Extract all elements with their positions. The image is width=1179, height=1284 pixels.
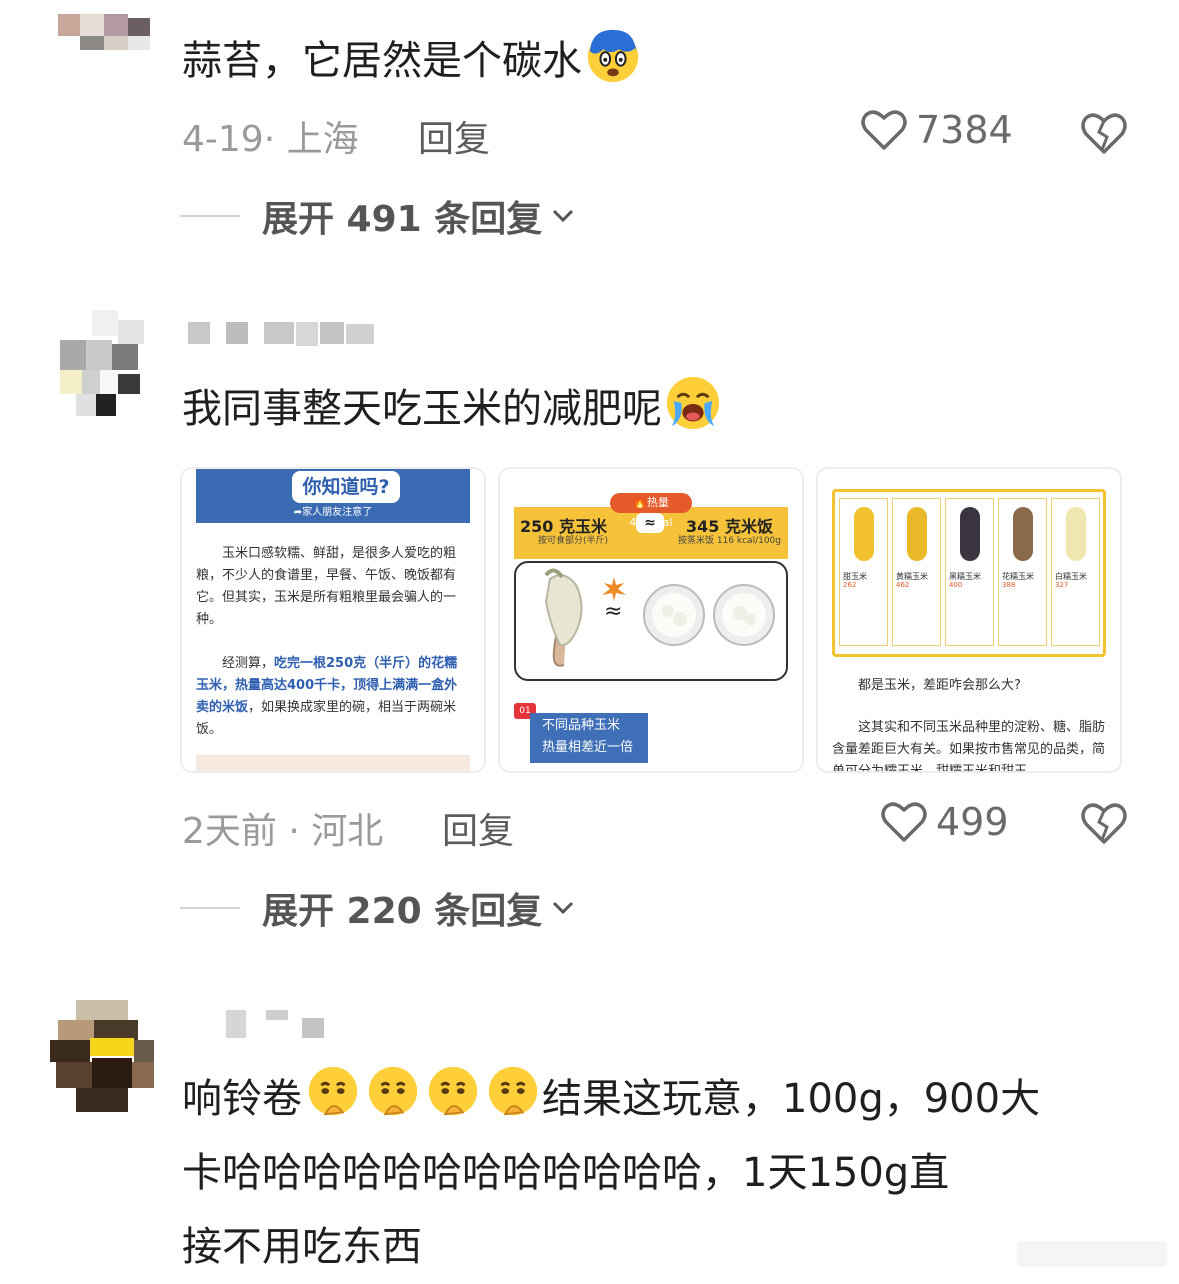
avatar[interactable] [52,310,156,418]
section-caption: 不同品种玉米 热量相差近一倍 [530,713,648,763]
expand-replies-button[interactable]: 展开 491 条回复 [180,190,574,242]
scared-emoji-icon [587,29,639,83]
divider-line [180,215,240,217]
like-button[interactable]: 499 [880,800,1009,844]
thinking-emoji-icon [368,1066,418,1116]
corn-icon [1066,507,1086,561]
comment-meta: 4-19· 上海 [182,119,359,160]
variety-column: 甜玉米 262 [839,498,888,646]
info-header: 你知道吗? ➦家人朋友注意了 [196,469,470,523]
burst-icon [602,577,626,601]
card-bottom-fade [196,755,470,771]
reply-button[interactable]: 回复 [442,802,514,854]
comment-text: 响铃卷 结果这玩意，100g，900大 卡哈哈哈哈哈哈哈哈哈哈哈哈，1天150g直… [182,1062,1142,1284]
fire-icon: 🔥 [633,496,647,509]
thinking-emoji-icon [308,1066,358,1116]
comparison-photo: ≈ [514,561,788,681]
chevron-down-icon [553,901,574,915]
corn-varieties-table: 甜玉米 262 黄糯玉米 462 黑糯玉米 400 花糯玉米 388 白糯玉米 [832,489,1106,657]
corn-note: 按可食部分(半斤) [538,536,609,546]
variety-column: 白糯玉米 327 [1051,498,1100,646]
comment-image-2[interactable]: 🔥热量 400kcal 250 克玉米 按可食部分(半斤) ≈ 345 克米饭 … [498,467,804,773]
rice-bowl-icon [643,584,705,646]
reply-button[interactable]: 回复 [418,110,490,162]
calorie-pill: 🔥热量 400kcal [610,493,692,529]
divider-line [180,907,240,909]
info-paragraph-2: 经测算，吃完一根250克（半斤）的花糯玉米，热量高达400千卡，顶得上满满一盒外… [196,656,458,737]
avatar[interactable] [50,1000,154,1112]
comment-text: 蒜苔，它居然是个碳水 [182,24,642,98]
comment-image-3[interactable]: 甜玉米 262 黄糯玉米 462 黑糯玉米 400 花糯玉米 388 白糯玉米 [816,467,1122,773]
variety-column: 黄糯玉米 462 [892,498,941,646]
corn-icon [1013,507,1033,561]
rice-note: 按蒸米饭 116 kcal/100g [678,536,781,546]
corn-icon [544,568,583,667]
heart-icon [881,802,927,842]
corn-icon [907,507,927,561]
watermark [1017,1241,1167,1267]
variety-column: 黑糯玉米 400 [945,498,994,646]
like-count: 499 [936,800,1009,844]
like-count: 7384 [916,108,1013,152]
expand-replies-button[interactable]: 展开 220 条回复 [180,882,574,934]
comment-meta: 2天前 · 河北 [182,811,384,852]
broken-heart-icon[interactable] [1080,110,1128,156]
like-button[interactable]: 7384 [860,108,1013,152]
variety-column: 花糯玉米 388 [998,498,1047,646]
username[interactable] [186,320,380,350]
thinking-emoji-icon [488,1066,538,1116]
heart-icon [861,110,907,150]
chevron-down-icon [553,209,574,223]
username[interactable] [226,1006,336,1038]
variety-question: 都是玉米，差距咋会那么大? [858,678,1021,693]
comment-text: 我同事整天吃玉米的减肥呢 [182,372,722,446]
rice-bowl-icon [713,584,775,646]
variety-paragraph: 这其实和不同玉米品种里的淀粉、糖、脂肪含量差距巨大有关。如果按市售常见的品类，简… [832,720,1106,773]
approx-sign: ≈ [636,513,664,533]
info-subtitle: ➦家人朋友注意了 [293,507,373,518]
corn-icon [854,507,874,561]
crying-emoji-icon [666,376,720,430]
comment-image-1[interactable]: 你知道吗? ➦家人朋友注意了 玉米口感软糯、鲜甜，是很多人爱吃的粗粮，不少人的食… [180,467,486,773]
info-badge: 你知道吗? [292,471,400,503]
broken-heart-icon[interactable] [1080,800,1128,846]
corn-icon [960,507,980,561]
approx-symbol: ≈ [604,599,623,624]
info-paragraph-1: 玉米口感软糯、鲜甜，是很多人爱吃的粗粮，不少人的食谱里，早餐、午饭、晚饭都有它。… [196,546,457,627]
avatar[interactable] [50,14,154,50]
thinking-emoji-icon [428,1066,478,1116]
